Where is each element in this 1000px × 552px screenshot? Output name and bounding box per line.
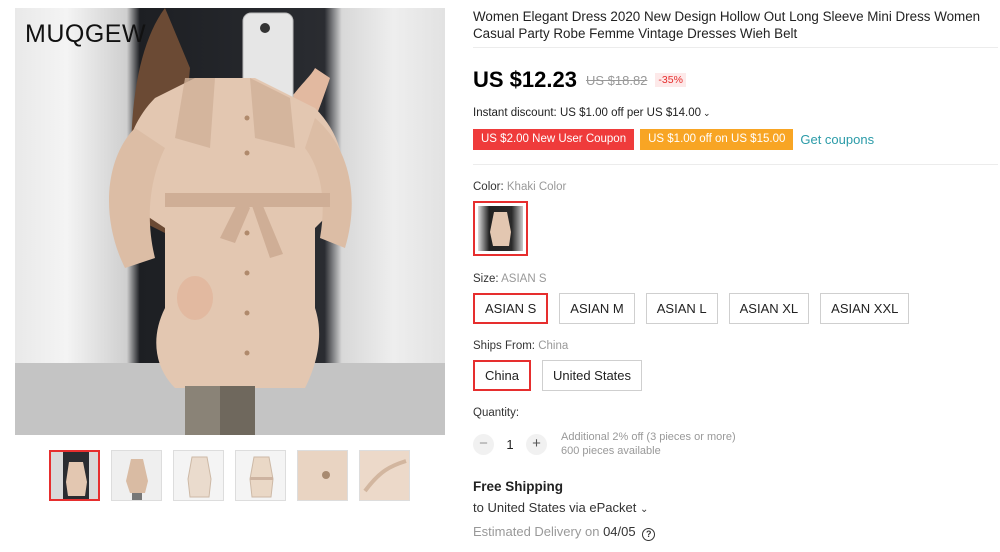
chevron-down-icon: ⌄	[703, 108, 711, 118]
quantity-notes: Additional 2% off (3 pieces or more) 600…	[561, 430, 736, 458]
thumbnail-image	[236, 451, 285, 500]
size-label: Size: ASIAN S	[473, 273, 547, 285]
color-swatch-image	[478, 206, 523, 251]
get-coupons-link[interactable]: Get coupons	[800, 132, 874, 147]
discount-badge: -35%	[655, 73, 686, 87]
swatch-dress-image	[490, 212, 511, 246]
estimated-delivery: Estimated Delivery on 04/05 ?	[473, 524, 656, 541]
quantity-input[interactable]: 1	[494, 437, 526, 452]
original-price: US $18.82	[585, 72, 648, 88]
size-value: ASIAN S	[501, 273, 547, 285]
quantity-decrease-button[interactable]: −	[473, 433, 494, 455]
bulk-discount-note: Additional 2% off (3 pieces or more)	[561, 431, 736, 443]
size-option-asian-l[interactable]: ASIAN L	[645, 293, 718, 324]
thumbnail-image	[360, 451, 409, 500]
thumbnail[interactable]	[173, 450, 224, 501]
ships-from-china[interactable]: China	[473, 360, 531, 391]
divider	[473, 47, 998, 48]
quantity-increase-button[interactable]: +	[526, 433, 547, 455]
brand-watermark: MUQGEW	[25, 20, 147, 48]
instant-discount[interactable]: Instant discount: US $1.00 off per US $1…	[473, 107, 711, 119]
thumbnail-image	[174, 451, 223, 500]
thumbnail[interactable]	[111, 450, 162, 501]
main-product-image[interactable]: MUQGEW	[15, 8, 445, 435]
store-coupon[interactable]: US $1.00 off on US $15.00	[640, 129, 794, 150]
thumbnail-image	[112, 451, 161, 500]
divider	[473, 164, 998, 165]
estimated-delivery-date: 04/05	[603, 524, 636, 539]
size-option-asian-s[interactable]: ASIAN S	[473, 293, 549, 324]
ships-from-united-states[interactable]: United States	[541, 360, 643, 391]
thumbnail[interactable]	[297, 450, 348, 501]
size-option-asian-xl[interactable]: ASIAN XL	[728, 293, 810, 324]
estimated-delivery-label: Estimated Delivery on	[473, 524, 604, 539]
color-label-text: Color:	[473, 181, 507, 193]
instant-discount-text: Instant discount: US $1.00 off per US $1…	[473, 107, 702, 119]
color-value: Khaki Color	[506, 181, 567, 193]
ships-from-label: Ships From: China	[473, 340, 568, 352]
size-options: ASIAN S ASIAN M ASIAN L ASIAN XL ASIAN X…	[473, 293, 910, 324]
quantity-label: Quantity:	[473, 407, 520, 419]
chevron-down-icon: ⌄	[639, 504, 649, 515]
price-row: US $12.23 US $18.82 -35%	[473, 67, 686, 93]
size-option-asian-m[interactable]: ASIAN M	[559, 293, 635, 324]
coupon-row: US $2.00 New User Coupon US $1.00 off on…	[473, 129, 874, 150]
color-label: Color: Khaki Color	[473, 181, 566, 193]
size-label-text: Size:	[473, 273, 502, 285]
shipping-method-selector[interactable]: to United States via ePacket ⌄	[473, 500, 648, 515]
thumbnail-strip	[49, 450, 410, 501]
color-option-khaki[interactable]	[473, 201, 528, 256]
help-icon[interactable]: ?	[642, 528, 656, 541]
new-user-coupon[interactable]: US $2.00 New User Coupon	[473, 129, 635, 150]
shipping-destination: to United States via ePacket	[473, 500, 637, 515]
dress-photo	[15, 8, 445, 435]
shipping-title: Free Shipping	[473, 479, 564, 494]
quantity-stepper: − 1 + Additional 2% off (3 pieces or mor…	[473, 430, 736, 458]
thumbnail[interactable]	[235, 450, 286, 501]
stock-note: 600 pieces available	[561, 445, 661, 457]
ships-from-value: China	[538, 340, 569, 352]
size-option-asian-xxl[interactable]: ASIAN XXL	[820, 293, 910, 324]
current-price: US $12.23	[473, 67, 577, 92]
thumbnail-image	[51, 452, 98, 499]
product-title: Women Elegant Dress 2020 New Design Holl…	[473, 9, 981, 41]
ships-from-label-text: Ships From:	[473, 340, 539, 352]
thumbnail[interactable]	[49, 450, 100, 501]
thumbnail[interactable]	[359, 450, 410, 501]
ships-from-options: China United States	[473, 360, 643, 391]
thumbnail-image	[298, 451, 347, 500]
